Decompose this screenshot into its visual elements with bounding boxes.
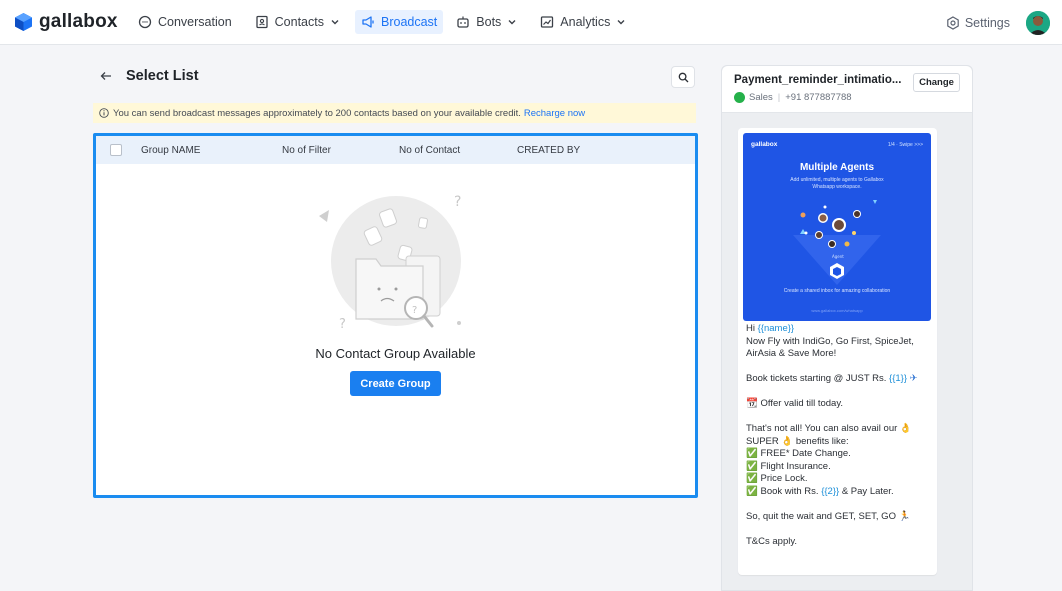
message-line1: Now Fly with IndiGo, Go First, SpiceJet,…: [746, 335, 914, 360]
col-created-by: CREATED BY: [517, 145, 581, 156]
search-button[interactable]: [671, 66, 695, 88]
benefit-3: Price Lock.: [760, 473, 808, 484]
message-bubble: gallabox 1/4 · Swipe >>> Multiple Agents…: [738, 128, 937, 575]
notice-text: You can send broadcast messages approxim…: [113, 107, 521, 119]
credit-notice: You can send broadcast messages approxim…: [93, 103, 696, 123]
media-subtitle: Add unlimited, multiple agents to Gallab…: [790, 177, 884, 190]
checkmark-icon: ✅: [746, 473, 758, 484]
nav-analytics[interactable]: Analytics: [534, 10, 632, 34]
whatsapp-icon: [734, 92, 745, 103]
nav-bots[interactable]: Bots: [450, 10, 523, 34]
template-header: Payment_reminder_intimatio... Sales | +9…: [722, 66, 972, 113]
info-icon: [99, 108, 109, 118]
calendar-icon: 📆: [746, 398, 758, 409]
nav-bots-label: Bots: [476, 15, 502, 29]
checkmark-icon: ✅: [746, 460, 758, 472]
nav-analytics-label: Analytics: [560, 15, 611, 29]
channel-name: Sales: [749, 92, 773, 103]
change-template-button[interactable]: Change: [913, 73, 960, 92]
message-line6: T&Cs apply.: [746, 535, 798, 547]
contacts-icon: [256, 15, 268, 29]
empty-state-text: No Contact Group Available: [315, 346, 476, 361]
page-title: Select List: [126, 68, 199, 84]
separator: |: [777, 92, 781, 103]
media-title: Multiple Agents: [799, 162, 875, 173]
settings-link[interactable]: Settings: [946, 16, 1010, 30]
nav-broadcast-label: Broadcast: [381, 15, 438, 29]
chevron-down-icon: [331, 20, 339, 25]
point-icon: 👌: [899, 423, 912, 434]
svg-text:?: ?: [339, 317, 346, 332]
message-line4: That's not all! You can also avail our: [746, 423, 898, 434]
checkmark-icon: ✅: [746, 485, 758, 497]
table-header: Group NAME No of Filter No of Contact CR…: [96, 136, 695, 164]
benefit-1: FREE* Date Change.: [760, 448, 851, 459]
template-preview-panel: Payment_reminder_intimatio... Sales | +9…: [721, 65, 973, 591]
media-corner: 1/4 · Swipe >>>: [887, 142, 923, 148]
message-line3: Offer valid till today.: [760, 398, 844, 409]
checkmark-icon: ✅: [746, 448, 758, 459]
benefit-2: Flight Insurance.: [760, 460, 831, 472]
message-line4c: benefits like:: [795, 435, 849, 447]
nav-contacts-label: Contacts: [274, 15, 324, 29]
var-1: {{1}}: [889, 373, 908, 384]
brand[interactable]: gallabox: [14, 11, 132, 33]
point-icon: 👌: [781, 435, 794, 447]
svg-text:?: ?: [454, 194, 461, 210]
runner-icon: 🏃: [898, 510, 911, 522]
message-body: Hi {{name}} Now Fly with IndiGo, Go Firs…: [746, 323, 931, 561]
agents-graphic: Agent: [793, 200, 881, 285]
svg-text:?: ?: [412, 305, 417, 316]
search-icon: [678, 72, 688, 82]
greeting: Hi: [746, 323, 755, 334]
select-all-checkbox[interactable]: [110, 144, 122, 156]
message-line5: So, quit the wait and GET, SET, GO: [746, 510, 896, 522]
agent-label: Agent: [832, 254, 844, 259]
media-caption: Create a shared inbox for amazing collab…: [783, 288, 891, 294]
empty-folder-illustration: ? ? ?: [319, 194, 461, 332]
brand-name: gallabox: [39, 11, 118, 32]
message-line4b: SUPER: [746, 435, 779, 447]
settings-label: Settings: [964, 15, 1010, 30]
template-name: Payment_reminder_intimatio...: [734, 74, 902, 86]
create-group-button[interactable]: Create Group: [350, 371, 441, 396]
nav-conversation[interactable]: Conversation: [132, 10, 238, 34]
template-media-image: gallabox 1/4 · Swipe >>> Multiple Agents…: [743, 133, 931, 321]
message-line2: Book tickets starting @ JUST Rs.: [746, 373, 887, 384]
bot-icon: [457, 16, 469, 28]
channel-phone: +91 877887788: [785, 92, 852, 103]
recharge-link[interactable]: Recharge now: [524, 108, 585, 119]
media-url: www.gallabox.com/whatsapp: [811, 308, 863, 313]
back-arrow-icon[interactable]: [100, 70, 112, 82]
benefit-4-post: & Pay Later.: [841, 485, 894, 497]
col-no-of-filter: No of Filter: [282, 145, 331, 156]
template-channel: Sales | +91 877887788: [734, 92, 852, 103]
chart-icon: [541, 16, 554, 28]
airplane-icon: ✈: [909, 373, 918, 384]
var-2: {{2}}: [821, 485, 840, 497]
chat-icon: [138, 15, 152, 29]
megaphone-icon: [362, 16, 374, 28]
var-name: {{name}}: [757, 323, 795, 334]
chevron-down-icon: [508, 20, 516, 25]
contact-group-table: Group NAME No of Filter No of Contact CR…: [93, 133, 698, 498]
avatar[interactable]: [1026, 10, 1050, 35]
user-avatar-icon: [1026, 10, 1050, 35]
col-group-name: Group NAME: [141, 145, 201, 156]
nav-contacts[interactable]: Contacts: [249, 10, 346, 34]
nav-broadcast[interactable]: Broadcast: [355, 10, 444, 34]
nav-conversation-label: Conversation: [158, 15, 232, 29]
gear-icon: [947, 15, 959, 30]
media-logo: gallabox: [751, 141, 778, 148]
gallabox-logo-icon: [15, 13, 32, 31]
chevron-down-icon: [617, 20, 625, 25]
col-no-of-contact: No of Contact: [399, 145, 461, 156]
top-nav: gallabox Conversation Contacts Broadcast…: [0, 0, 1062, 45]
benefit-4-pre: Book with Rs.: [760, 485, 819, 497]
